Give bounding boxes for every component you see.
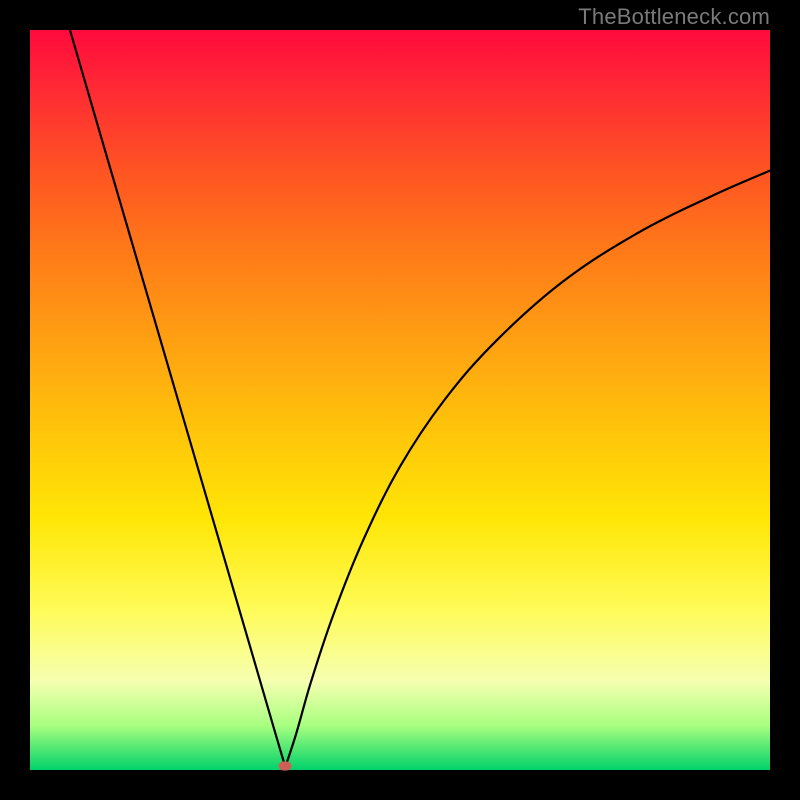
plot-area [30, 30, 770, 770]
watermark-label: TheBottleneck.com [578, 4, 770, 30]
bottleneck-curve [30, 30, 770, 770]
optimal-marker [279, 761, 292, 770]
chart-frame: TheBottleneck.com [0, 0, 800, 800]
